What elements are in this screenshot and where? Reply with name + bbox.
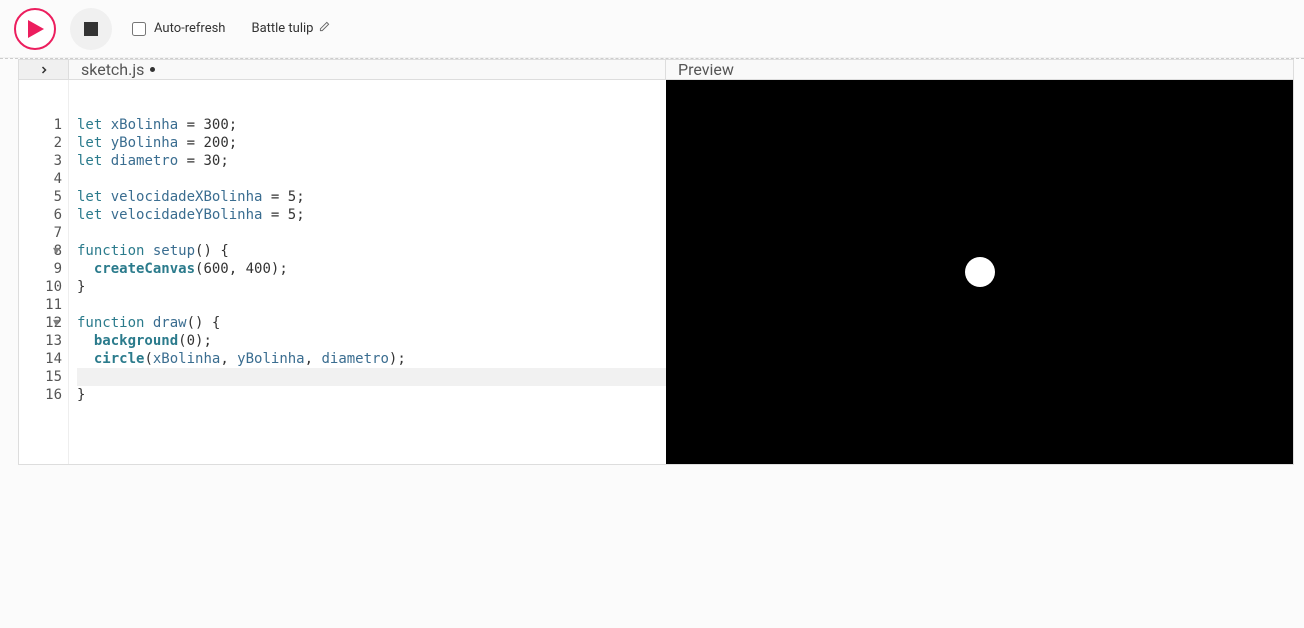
line-number: 12▼ — [19, 314, 62, 332]
expand-sidebar-button[interactable] — [18, 59, 68, 80]
preview-canvas — [666, 80, 1293, 464]
line-number: 16 — [19, 386, 62, 404]
ball-circle — [965, 257, 995, 287]
file-tab[interactable]: sketch.js — [69, 60, 167, 79]
line-number: 1 — [19, 116, 62, 134]
stop-icon — [84, 22, 98, 36]
code-line[interactable]: } — [77, 278, 666, 296]
line-number: 11 — [19, 296, 62, 314]
stop-button[interactable] — [70, 8, 112, 50]
line-number: 7 — [19, 224, 62, 242]
code-line[interactable]: let velocidadeXBolinha = 5; — [77, 188, 666, 206]
line-number: 9 — [19, 260, 62, 278]
file-tab-label: sketch.js — [81, 60, 144, 79]
file-tab-bar: sketch.js — [68, 59, 666, 80]
play-button[interactable] — [14, 8, 56, 50]
auto-refresh-toggle[interactable]: Auto-refresh — [132, 21, 225, 36]
code-line[interactable] — [77, 368, 666, 386]
preview-header-label: Preview — [678, 60, 734, 79]
preview-pane — [666, 80, 1293, 464]
code-line[interactable]: circle(xBolinha, yBolinha, diametro); — [77, 350, 666, 368]
code-line[interactable]: createCanvas(600, 400); — [77, 260, 666, 278]
line-number: 2 — [19, 134, 62, 152]
line-number-gutter: 12345678▼9101112▼13141516 — [19, 80, 69, 464]
unsaved-dot-icon — [150, 67, 155, 72]
sketch-name[interactable]: Battle tulip — [251, 21, 330, 36]
toolbar: Auto-refresh Battle tulip — [0, 0, 1304, 58]
play-icon — [28, 20, 44, 38]
line-number: 8▼ — [19, 242, 62, 260]
line-number: 14 — [19, 350, 62, 368]
code-line[interactable] — [77, 170, 666, 188]
code-line[interactable]: let diametro = 30; — [77, 152, 666, 170]
code-line[interactable]: function setup() { — [77, 242, 666, 260]
fold-marker-icon[interactable]: ▼ — [53, 242, 60, 260]
code-line[interactable] — [77, 296, 666, 314]
code-line[interactable]: background(0); — [77, 332, 666, 350]
code-line[interactable]: } — [77, 386, 666, 404]
code-editor[interactable]: let xBolinha = 300;let yBolinha = 200;le… — [69, 80, 666, 464]
line-number: 4 — [19, 170, 62, 188]
panes-header: sketch.js Preview — [18, 59, 1294, 80]
auto-refresh-checkbox[interactable] — [132, 22, 146, 36]
code-line[interactable]: function draw() { — [77, 314, 666, 332]
line-number: 5 — [19, 188, 62, 206]
line-number: 13 — [19, 332, 62, 350]
line-number: 3 — [19, 152, 62, 170]
chevron-right-icon — [38, 64, 50, 76]
preview-header: Preview — [666, 59, 1294, 80]
code-line[interactable]: let yBolinha = 200; — [77, 134, 666, 152]
line-number: 6 — [19, 206, 62, 224]
code-line[interactable] — [77, 224, 666, 242]
code-line[interactable]: let velocidadeYBolinha = 5; — [77, 206, 666, 224]
pencil-icon — [319, 21, 330, 36]
auto-refresh-label: Auto-refresh — [154, 21, 225, 36]
main-panes: 12345678▼9101112▼13141516 let xBolinha =… — [18, 80, 1294, 465]
code-line[interactable]: let xBolinha = 300; — [77, 116, 666, 134]
line-number: 15 — [19, 368, 62, 386]
line-number: 10 — [19, 278, 62, 296]
sketch-name-text: Battle tulip — [251, 21, 313, 36]
fold-marker-icon[interactable]: ▼ — [53, 314, 60, 332]
